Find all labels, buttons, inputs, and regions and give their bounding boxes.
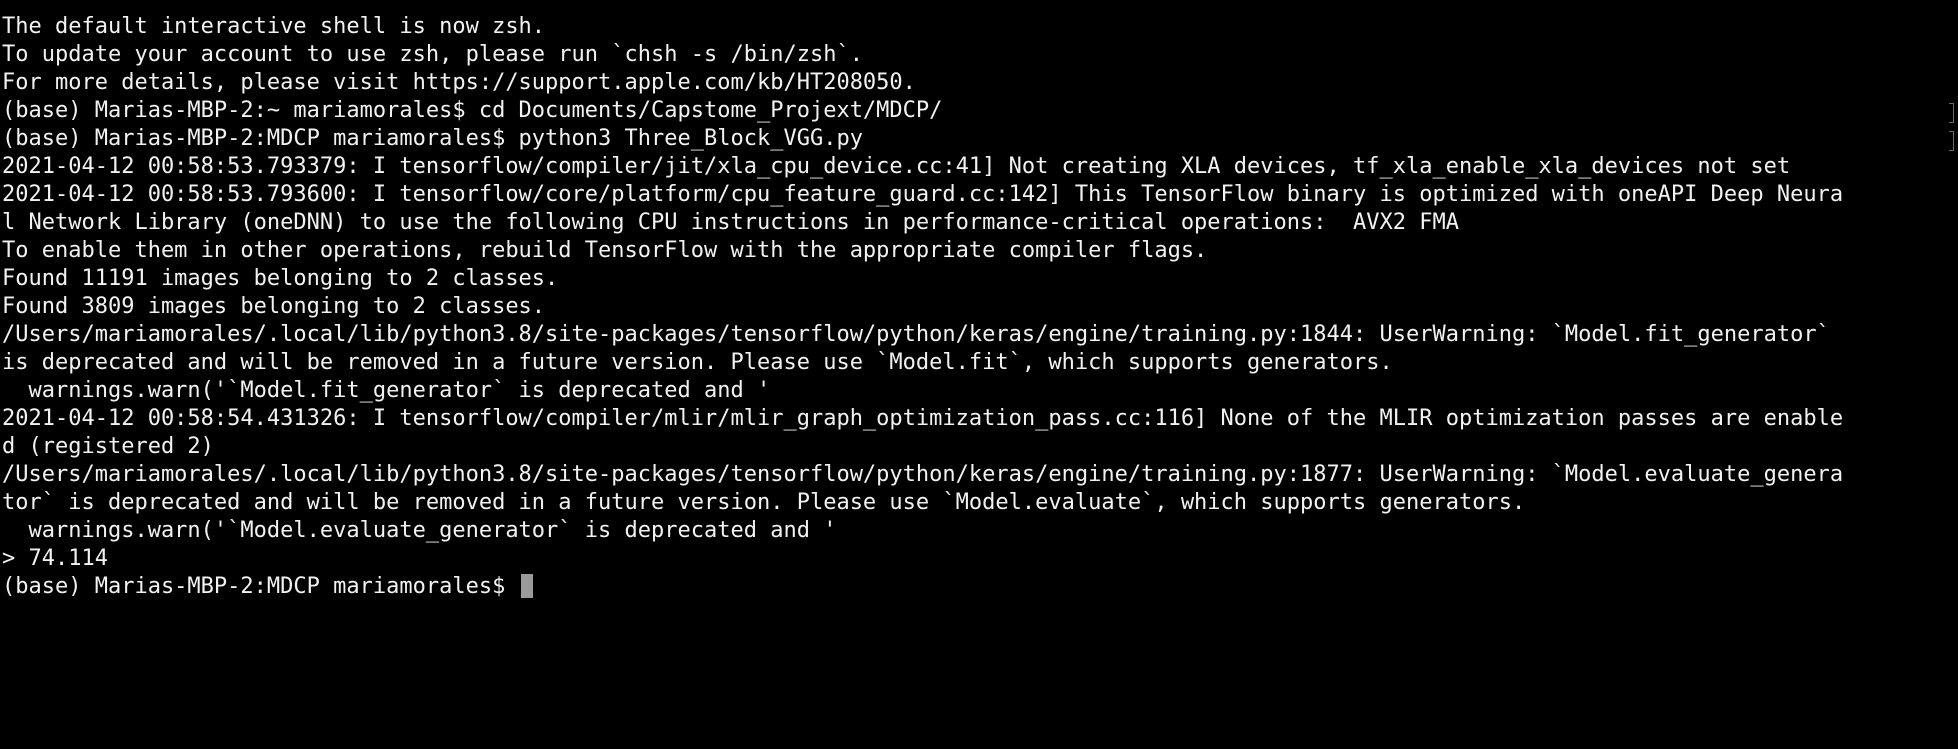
terminal-line: is deprecated and will be removed in a f… (2, 350, 1393, 375)
terminal-line: /Users/mariamorales/.local/lib/python3.8… (2, 322, 1830, 347)
text-cursor (520, 574, 533, 598)
terminal-output[interactable]: The default interactive shell is now zsh… (2, 13, 1952, 743)
terminal-line: 2021-04-12 00:58:53.793600: I tensorflow… (2, 182, 1844, 207)
terminal-line: 2021-04-12 00:58:54.431326: I tensorflow… (2, 406, 1844, 431)
line-marker-icon (1949, 131, 1954, 151)
terminal-line: For more details, please visit https://s… (2, 70, 916, 95)
terminal-line: /Users/mariamorales/.local/lib/python3.8… (2, 462, 1844, 487)
terminal-prompt-line[interactable]: (base) Marias-MBP-2:MDCP mariamorales$ (2, 573, 1952, 601)
terminal-line: (base) Marias-MBP-2:~ mariamorales$ cd D… (2, 98, 943, 123)
terminal-line: warnings.warn('`Model.fit_generator` is … (2, 378, 771, 403)
line-marker-icon (1949, 103, 1954, 123)
shell-prompt: (base) Marias-MBP-2:MDCP mariamorales$ (2, 574, 519, 599)
terminal-line: > 74.114 (2, 546, 108, 571)
terminal-line: To update your account to use zsh, pleas… (2, 42, 863, 67)
terminal-line: Found 3809 images belonging to 2 classes… (2, 294, 546, 319)
terminal-line: 2021-04-12 00:58:53.793379: I tensorflow… (2, 154, 1791, 179)
terminal-line: Found 11191 images belonging to 2 classe… (2, 266, 559, 291)
terminal-line: warnings.warn('`Model.evaluate_generator… (2, 518, 837, 543)
terminal-line: The default interactive shell is now zsh… (2, 14, 546, 39)
terminal-line: tor` is deprecated and will be removed i… (2, 490, 1526, 515)
terminal-line: (base) Marias-MBP-2:MDCP mariamorales$ p… (2, 126, 863, 151)
terminal-line: d (registered 2) (2, 434, 214, 459)
terminal-line: l Network Library (oneDNN) to use the fo… (2, 210, 1459, 235)
terminal-line: To enable them in other operations, rebu… (2, 238, 1208, 263)
